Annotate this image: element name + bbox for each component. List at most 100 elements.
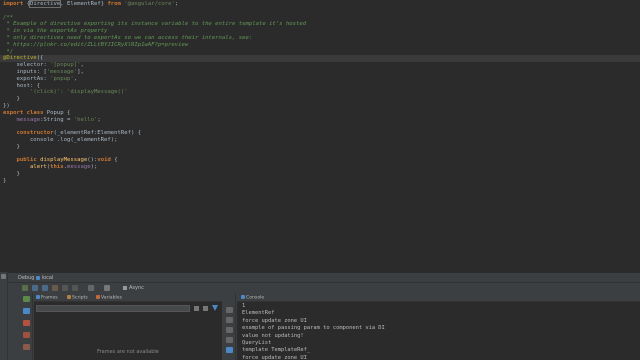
up-stack-icon[interactable] [226, 307, 233, 313]
resume-icon[interactable] [23, 296, 30, 302]
code-line-content: host: { [3, 83, 40, 90]
code-line[interactable]: * only directives need to exportAs so we… [0, 35, 640, 42]
frames-pane: Frames Scripts Variables Frames are not … [34, 293, 222, 360]
soft-wrap-icon[interactable] [226, 327, 233, 333]
console-line: 1 [242, 303, 246, 309]
module-string: '@angular/core' [124, 1, 175, 7]
code-line[interactable] [0, 151, 640, 158]
stop-icon[interactable] [23, 320, 30, 326]
field-string: 'hello' [73, 116, 98, 123]
code-line[interactable]: public displayMessage():void { [0, 157, 640, 164]
code-line-content: * in via the exportAs property [3, 28, 107, 35]
code-line-content: alert(this.message); [3, 164, 97, 171]
mute-breakpoints-icon[interactable] [23, 344, 30, 350]
code-line[interactable]: selector: '[popup]', [0, 62, 640, 69]
thread-selector[interactable] [36, 305, 190, 312]
step-over-icon[interactable] [22, 285, 28, 291]
code-token: ); [90, 164, 98, 171]
code-line-content: console .log(_elementRef); [3, 137, 118, 144]
new-watch-icon[interactable] [194, 306, 199, 311]
code-line-content: constructor(_elementRef:ElementRef) { [3, 130, 141, 137]
console-tab-strip: Console [237, 293, 640, 302]
debug-tab[interactable]: Debug local [18, 275, 53, 281]
console-line: template TemplateRef_ [242, 347, 311, 354]
code-line-content: public displayMessage():void { [3, 157, 117, 164]
async-toggle[interactable]: Async [123, 285, 144, 291]
tab-scripts[interactable]: Scripts [67, 295, 88, 301]
property-string: '[popup]' [50, 62, 81, 69]
export-keyword: export [3, 109, 24, 116]
code-line-content: * https://plnkr.co/edit/ZLLtBYJICRyXlRIp… [3, 42, 188, 49]
code-line-content: } [3, 144, 19, 151]
code-line[interactable]: alert(this.message); [0, 164, 640, 171]
force-step-into-icon[interactable] [42, 285, 48, 291]
constructor-keyword: constructor [16, 130, 54, 137]
code-token: (_elementRef:ElementRef) { [53, 130, 142, 137]
step-out-icon[interactable] [52, 285, 58, 291]
code-line[interactable]: }) [0, 103, 640, 110]
code-line[interactable]: exportAs: 'popup', [0, 76, 640, 83]
tab-variables[interactable]: Variables [96, 295, 122, 301]
property-string: 'popup' [50, 75, 74, 82]
code-line[interactable]: * https://plnkr.co/edit/ZLLtBYJICRyXlRIp… [0, 42, 640, 49]
code-line[interactable]: message:String = 'hello'; [0, 117, 640, 124]
code-line[interactable]: constructor(_elementRef:ElementRef) { [0, 130, 640, 137]
code-line[interactable]: } [0, 178, 640, 185]
tab-console[interactable]: Console [241, 295, 264, 301]
code-line-content: export class Popup { [3, 110, 70, 117]
code-line-content: } [3, 178, 6, 185]
code-line[interactable]: host: { [0, 83, 640, 90]
code-line[interactable]: } [0, 144, 640, 151]
code-editor[interactable]: import {Directive, ElementRef} from '@an… [0, 0, 640, 272]
code-line-content: }) [3, 103, 10, 110]
down-stack-icon[interactable] [226, 317, 233, 323]
debug-tab-label: Debug [18, 275, 35, 281]
code-line-content: /** [3, 15, 13, 22]
pause-icon[interactable] [23, 308, 30, 314]
code-line-content: } [3, 171, 20, 178]
comment-text: /** [3, 14, 14, 21]
code-text: }) [3, 103, 10, 109]
remove-watch-icon[interactable] [203, 306, 208, 311]
code-line[interactable]: '(click)': 'displayMessage()' [0, 89, 640, 96]
view-breakpoints-icon[interactable] [23, 332, 30, 338]
debug-toolbar: Async [20, 284, 640, 293]
console-line: example of passing param to component vi… [242, 325, 385, 332]
code-line-content: import {Directive, ElementRef} from '@an… [3, 0, 178, 8]
code-line[interactable]: /** [0, 15, 640, 22]
clear-all-icon[interactable] [226, 347, 233, 353]
code-line[interactable]: inputs: ['message'], [0, 69, 640, 76]
code-line[interactable]: export class Popup { [0, 110, 640, 117]
evaluate-icon[interactable] [72, 285, 78, 291]
code-line[interactable]: import {Directive, ElementRef} from '@an… [0, 0, 640, 8]
code-line-content: '(click)': 'displayMessage()' [3, 89, 128, 96]
property-string: 'message' [46, 69, 78, 75]
run-to-cursor-icon[interactable] [62, 285, 68, 291]
tab-frames[interactable]: Frames [36, 295, 58, 301]
code-line[interactable] [0, 123, 640, 130]
code-line[interactable]: * Example of directive exporting its ins… [0, 21, 640, 28]
filter-icon[interactable] [212, 305, 218, 311]
public-keyword: public [16, 157, 37, 164]
step-into-icon[interactable] [32, 285, 38, 291]
collapse-icon[interactable] [1, 274, 6, 279]
code-line[interactable]: * in via the exportAs property [0, 28, 640, 35]
comment-text: * Example of directive exporting its ins… [3, 21, 307, 28]
print-icon[interactable] [226, 337, 233, 343]
settings-icon[interactable] [88, 285, 94, 291]
code-text: } [3, 171, 20, 177]
code-line[interactable]: } [0, 96, 640, 103]
console-output[interactable]: 1 ElementRef force update zone UI example o… [242, 303, 637, 360]
code-line[interactable]: */ [0, 49, 640, 56]
tab-frames-label: Frames [41, 295, 58, 301]
code-line[interactable]: } [0, 171, 640, 178]
code-line[interactable]: console .log(_elementRef); [0, 137, 640, 144]
code-line-content: message:String = 'hello'; [3, 116, 101, 124]
scripts-icon [67, 295, 71, 299]
code-token: ; [97, 116, 101, 123]
code-line[interactable] [0, 8, 640, 15]
code-line[interactable]: @Directive({ [0, 55, 640, 63]
layout-icon[interactable] [104, 285, 110, 291]
